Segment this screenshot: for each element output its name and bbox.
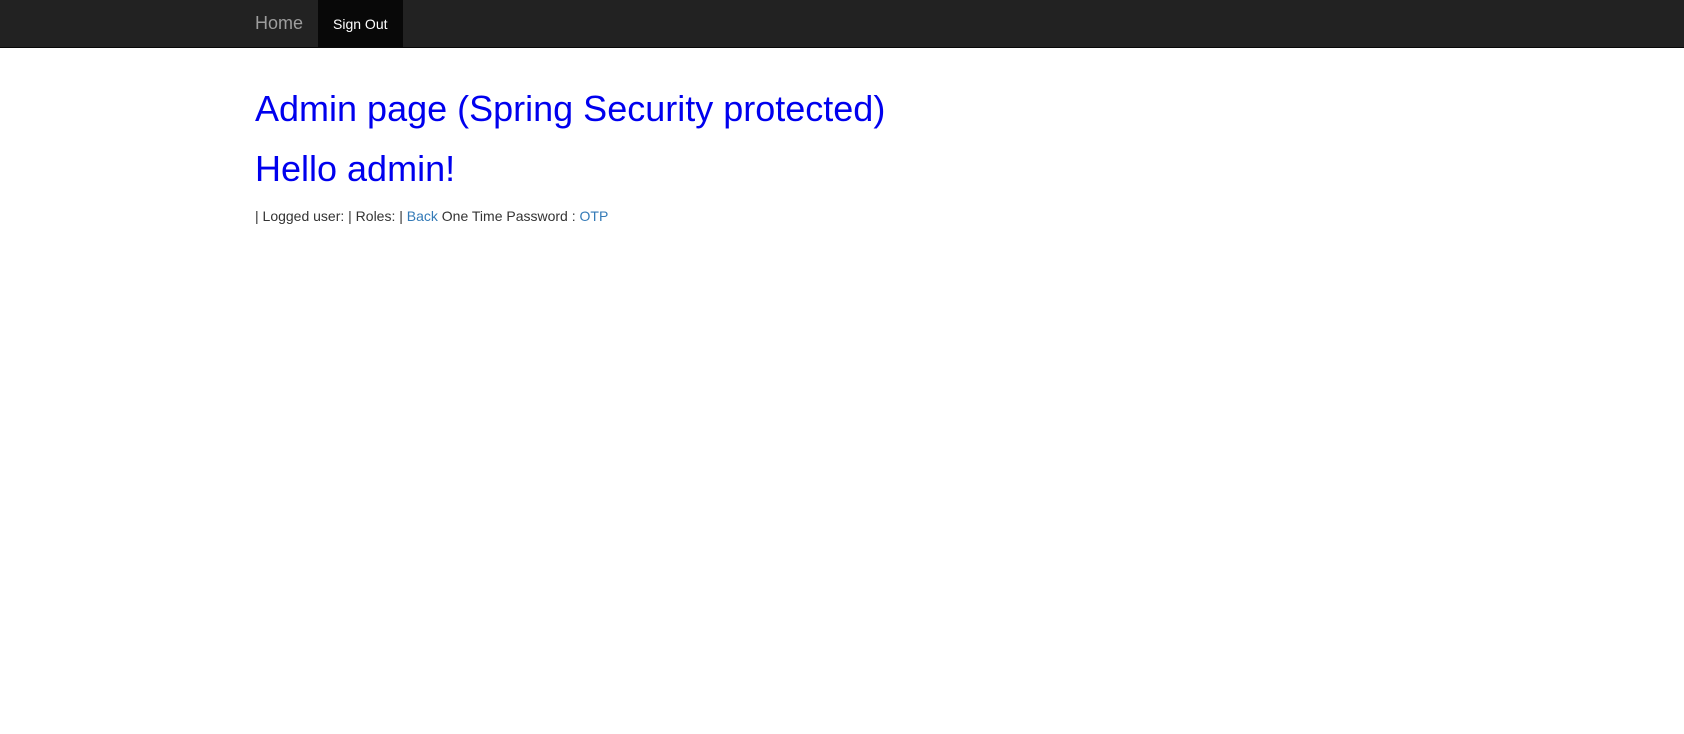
page-title: Admin page (Spring Security protected): [255, 88, 886, 129]
back-link[interactable]: Back: [407, 208, 438, 224]
logged-user-text: | Logged user: | Roles: |: [255, 208, 403, 224]
greeting-heading: Hello admin!: [255, 148, 456, 189]
otp-label: One Time Password :: [441, 208, 576, 224]
main-content: Admin page (Spring Security protected) H…: [255, 86, 885, 226]
user-info-line: | Logged user: | Roles: | Back One Time …: [255, 206, 885, 226]
home-link[interactable]: Home: [240, 0, 318, 47]
otp-link[interactable]: OTP: [580, 208, 609, 224]
sign-out-link[interactable]: Sign Out: [318, 0, 403, 47]
top-navbar: Home Sign Out: [0, 0, 1684, 48]
navbar-container: Home Sign Out: [240, 0, 403, 47]
